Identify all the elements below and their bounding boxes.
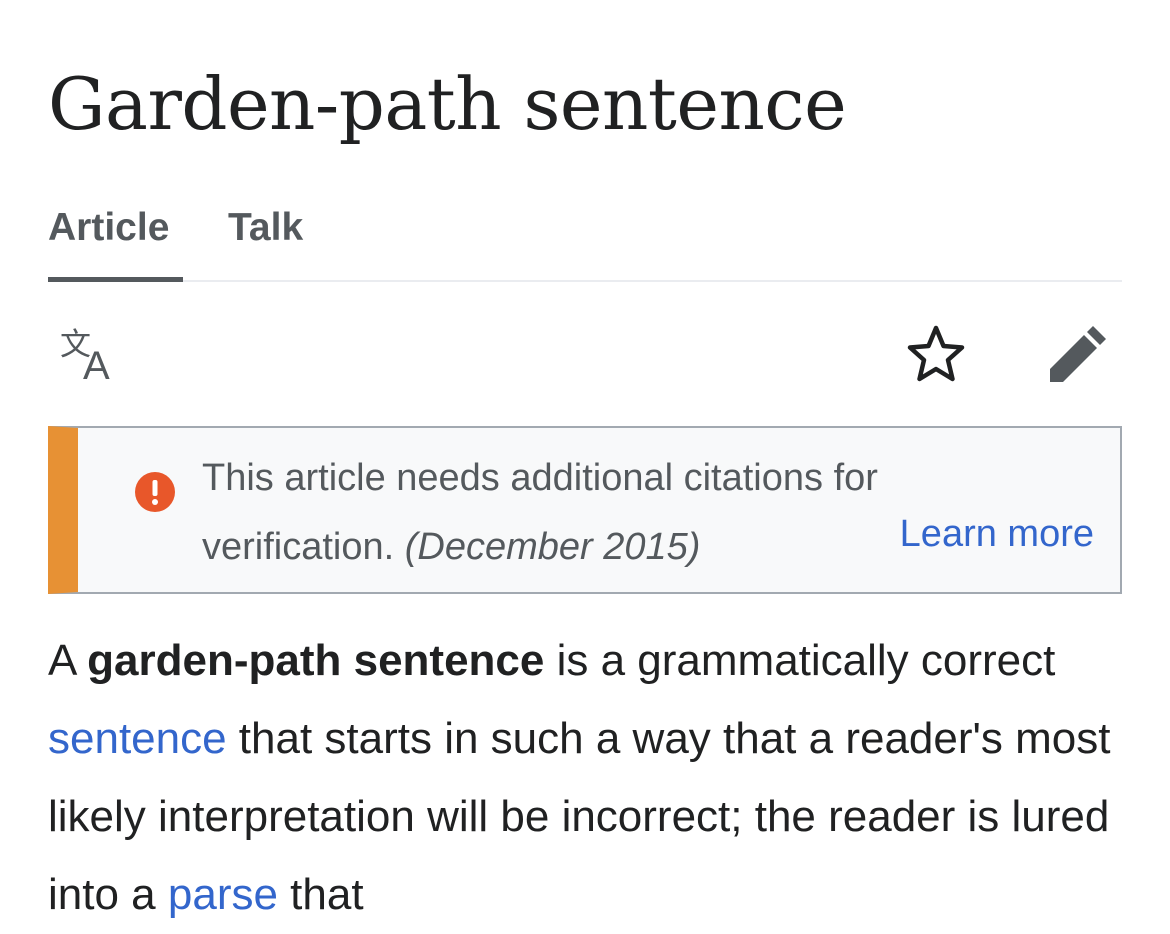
page-actions-toolbar: 文 A [48, 318, 1122, 390]
citation-notice: This article needs additional citations … [48, 426, 1122, 594]
lead-paragraph: A garden-path sentence is a grammaticall… [48, 622, 1122, 934]
notice-date: (December 2015) [404, 526, 701, 568]
star-icon[interactable] [900, 318, 972, 390]
translate-icon[interactable]: 文 A [54, 318, 126, 390]
exclamation-circle-icon [134, 471, 176, 513]
notice-text-line2: verification. [202, 526, 395, 568]
tab-article[interactable]: Article [48, 200, 183, 282]
pencil-icon[interactable] [1042, 318, 1114, 390]
lead-text-1: A [48, 636, 88, 685]
lead-text-2: is a grammatically correct [544, 636, 1056, 685]
tab-talk[interactable]: Talk [228, 200, 303, 280]
page-title: Garden-path sentence [48, 62, 847, 146]
article-tabs: Article Talk [48, 200, 1122, 282]
lead-text-4: that [277, 870, 364, 919]
learn-more-link[interactable]: Learn more [900, 508, 1094, 560]
svg-text:A: A [83, 344, 110, 388]
lead-bold-term: garden-path sentence [87, 636, 545, 685]
parse-link[interactable]: parse [168, 870, 278, 919]
notice-message: This article needs additional citations … [202, 444, 922, 582]
notice-text-line1: This article needs additional citations … [202, 457, 878, 499]
sentence-link[interactable]: sentence [48, 714, 227, 763]
